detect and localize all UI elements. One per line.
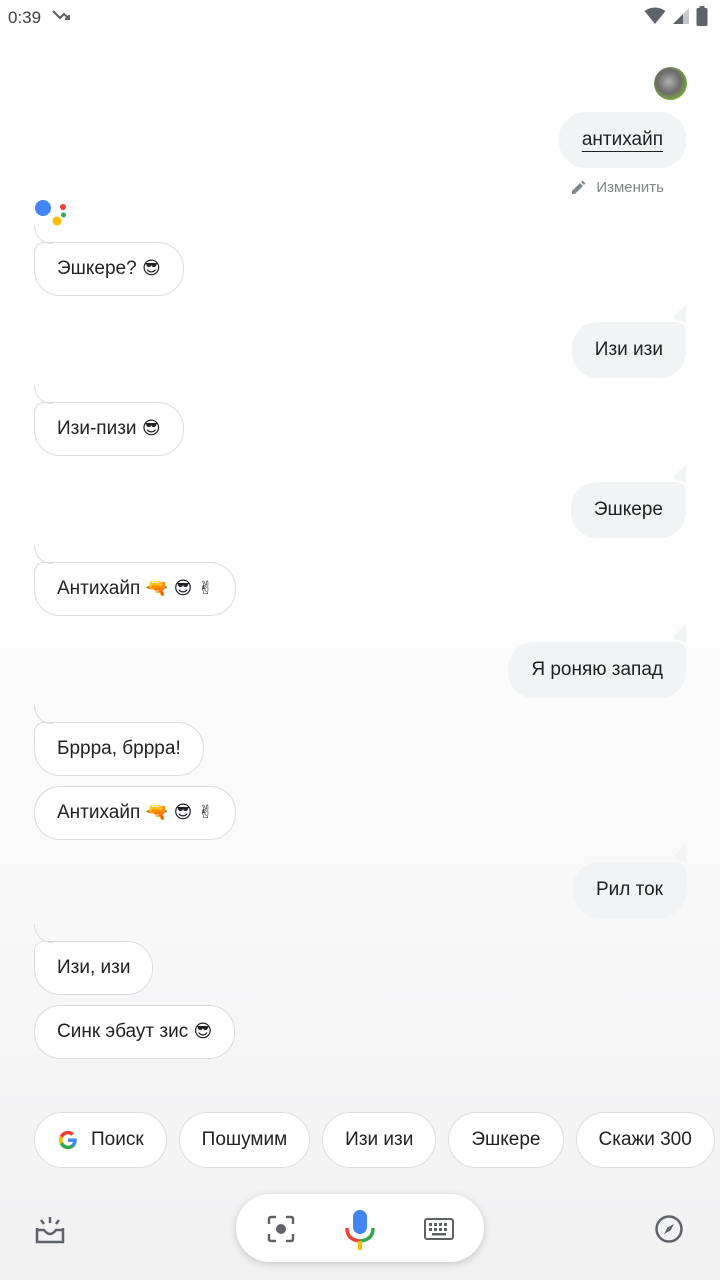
- message-emoji: 😎: [141, 258, 161, 279]
- status-time: 0:39: [8, 8, 42, 27]
- suggestion-chip[interactable]: Эшкере: [448, 1112, 564, 1168]
- wifi-icon: [644, 7, 666, 24]
- assistant-message: Антихайп 🔫 😎 ✌: [34, 786, 237, 840]
- message-text: Изи изи: [594, 339, 663, 360]
- message-text: Я роняю запад: [531, 659, 663, 680]
- user-query-bubble[interactable]: антихайп: [558, 112, 686, 168]
- battery-icon: [696, 6, 708, 26]
- message-text: Рил ток: [595, 879, 663, 900]
- compass-icon[interactable]: [654, 1214, 684, 1244]
- chip-label: Пошумим: [201, 1129, 288, 1150]
- message-emoji: 😎: [193, 1021, 213, 1042]
- keyboard-icon[interactable]: [424, 1218, 454, 1240]
- user-message: Рил ток: [572, 862, 686, 918]
- assistant-message: Брррa, брррa!: [34, 705, 204, 776]
- signal-icon: [673, 8, 689, 24]
- inbox-sparkle-icon[interactable]: [34, 1214, 66, 1244]
- suggestion-chip[interactable]: Изи изи: [322, 1112, 437, 1168]
- message-text: Синк эбаут зис: [57, 1021, 189, 1042]
- message-emoji: 🔫 😎 ✌: [145, 578, 214, 599]
- message-text: Изи, изи: [57, 957, 131, 978]
- bottom-bar: [0, 1180, 720, 1280]
- assistant-message: Антихайп 🔫 😎 ✌: [34, 545, 237, 616]
- message-text: Эшкере?: [57, 258, 137, 279]
- message-text: Изи-пизи: [57, 418, 137, 439]
- status-bar: 0:39: [0, 0, 720, 36]
- message-text: Брррa, брррa!: [57, 738, 181, 759]
- edit-label: Изменить: [596, 179, 664, 196]
- user-message: Изи изи: [571, 322, 686, 378]
- assistant-message: Эшкере? 😎: [34, 225, 184, 296]
- suggestion-chips: Поиск Пошумим Изи изи Эшкере Скажи 300: [34, 1112, 715, 1168]
- chip-label: Скажи 300: [598, 1129, 692, 1150]
- google-g-icon: [58, 1130, 77, 1150]
- assistant-message: Синк эбаут зис 😎: [34, 1005, 236, 1059]
- message-text: Антихайп: [57, 578, 141, 599]
- user-avatar[interactable]: [654, 67, 687, 100]
- suggestion-chip[interactable]: Пошумим: [178, 1112, 311, 1168]
- edit-query-button[interactable]: Изменить: [570, 179, 664, 196]
- suggestion-chip-search[interactable]: Поиск: [34, 1112, 167, 1168]
- lens-icon[interactable]: [267, 1215, 295, 1243]
- message-emoji: 🔫 😎 ✌: [145, 802, 214, 823]
- message-text: Антихайп: [57, 802, 141, 823]
- assistant-message: Изи-пизи 😎: [34, 385, 184, 456]
- pencil-icon: [572, 180, 586, 194]
- user-message: Эшкере: [570, 482, 686, 538]
- chip-label: Поиск: [91, 1129, 144, 1150]
- user-query-text: антихайп: [581, 129, 663, 150]
- chip-label: Изи изи: [345, 1129, 414, 1150]
- input-pill: [236, 1194, 484, 1262]
- mic-icon[interactable]: [344, 1208, 376, 1252]
- message-emoji: 😎: [141, 418, 161, 439]
- chip-label: Эшкере: [471, 1129, 541, 1150]
- message-text: Эшкере: [593, 499, 663, 520]
- user-message: Я роняю запад: [508, 642, 686, 698]
- missed-call-icon: [52, 10, 70, 21]
- assistant-message: Изи, изи: [34, 924, 154, 995]
- google-assistant-icon: [35, 200, 66, 226]
- suggestion-chip[interactable]: Скажи 300: [575, 1112, 715, 1168]
